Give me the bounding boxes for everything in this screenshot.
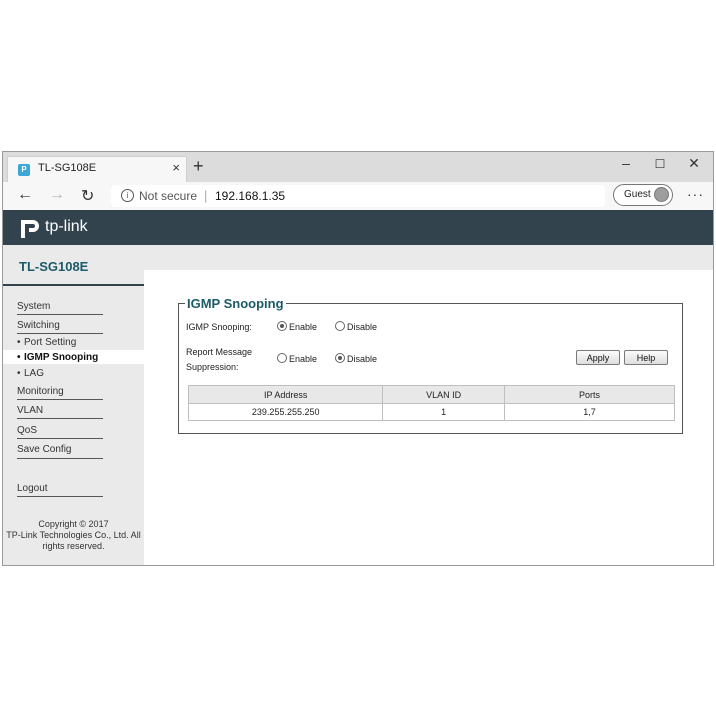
model-underline xyxy=(3,284,144,286)
new-tab-icon[interactable]: + xyxy=(193,156,204,177)
sidebar-item-logout[interactable]: Logout xyxy=(17,483,48,494)
divider xyxy=(17,458,103,459)
sidebar-subitem-igmp-snooping[interactable]: • IGMP Snooping xyxy=(17,352,98,363)
igmp-enable-radio[interactable] xyxy=(277,321,287,331)
close-window-icon[interactable]: ✕ xyxy=(679,155,709,172)
copyright-line: TP-Link Technologies Co., Ltd. All xyxy=(6,530,141,540)
more-menu-icon[interactable]: ··· xyxy=(687,186,704,202)
reload-icon[interactable]: ↻ xyxy=(81,186,94,206)
sidebar-item-save-config[interactable]: Save Config xyxy=(17,444,71,455)
divider xyxy=(17,314,103,315)
bullet: • xyxy=(17,337,21,348)
minimize-icon[interactable]: – xyxy=(611,155,641,171)
igmp-group-table: IP Address VLAN ID Ports 239.255.255.250… xyxy=(187,385,676,421)
maximize-icon[interactable]: ☐ xyxy=(645,157,675,171)
suppression-enable-radio[interactable] xyxy=(277,353,287,363)
tab-close-icon[interactable]: × xyxy=(172,160,180,175)
info-icon[interactable]: i xyxy=(121,189,134,202)
copyright: Copyright © 2017 TP-Link Technologies Co… xyxy=(3,519,144,552)
igmp-enable-label[interactable]: Enable xyxy=(289,322,317,332)
help-button[interactable]: Help xyxy=(624,350,668,365)
sidebar-subitem-label: LAG xyxy=(24,368,45,379)
suppression-label-line2: Suppression: xyxy=(186,362,239,372)
table-header-row: IP Address VLAN ID Ports xyxy=(187,385,676,404)
model-name: TL-SG108E xyxy=(19,259,89,274)
section-title: IGMP Snooping xyxy=(185,296,286,311)
tab-bar: P TL-SG108E × + – ☐ ✕ xyxy=(3,152,713,182)
divider xyxy=(17,418,103,419)
forward-arrow-icon[interactable]: → xyxy=(49,186,65,204)
bullet: • xyxy=(17,368,21,379)
divider xyxy=(17,438,103,439)
igmp-disable-radio[interactable] xyxy=(335,321,345,331)
column-header-vlan-id: VLAN ID xyxy=(382,385,505,404)
profile-button[interactable]: Guest xyxy=(613,184,673,206)
suppression-enable-label[interactable]: Enable xyxy=(289,354,317,364)
sidebar-subitem-label: IGMP Snooping xyxy=(24,352,99,363)
tab-title: TL-SG108E xyxy=(38,162,97,174)
apply-button[interactable]: Apply xyxy=(576,350,620,365)
sidebar-item-qos[interactable]: QoS xyxy=(17,425,37,436)
url-separator: | xyxy=(204,188,208,203)
cell-vlan-id: 1 xyxy=(382,403,505,421)
url-text[interactable]: 192.168.1.35 xyxy=(215,189,285,203)
sidebar-item-monitoring[interactable]: Monitoring xyxy=(17,386,64,397)
copyright-line: Copyright © 2017 xyxy=(38,519,109,529)
cell-ip-address: 239.255.255.250 xyxy=(187,403,384,421)
back-arrow-icon[interactable]: ← xyxy=(17,186,33,204)
divider xyxy=(17,333,103,334)
divider xyxy=(17,399,103,400)
cell-ports: 1,7 xyxy=(503,403,676,421)
sidebar-item-vlan[interactable]: VLAN xyxy=(17,405,43,416)
table-row: 239.255.255.250 1 1,7 xyxy=(187,403,676,421)
suppression-disable-radio[interactable] xyxy=(335,353,345,363)
bullet: • xyxy=(17,352,21,363)
logo-text: tp-link xyxy=(45,218,88,235)
column-header-ports: Ports xyxy=(503,385,676,404)
sidebar-subitem-lag[interactable]: • LAG xyxy=(17,368,44,379)
sidebar-subitem-port-setting[interactable]: • Port Setting xyxy=(17,337,76,348)
sidebar-subitem-label: Port Setting xyxy=(24,337,77,348)
tp-link-logo-icon xyxy=(21,220,39,238)
browser-window: P TL-SG108E × + – ☐ ✕ ← → ↻ i Not secure… xyxy=(2,151,714,566)
divider xyxy=(17,496,103,497)
browser-tab[interactable]: P TL-SG108E × xyxy=(7,156,187,182)
site-header: tp-link xyxy=(3,210,713,245)
security-label[interactable]: Not secure xyxy=(139,189,197,203)
column-header-ip-address: IP Address xyxy=(187,385,384,404)
tp-link-favicon-icon: P xyxy=(18,164,30,176)
suppression-label-line1: Report Message xyxy=(186,347,253,357)
model-bar xyxy=(3,245,713,270)
suppression-disable-label[interactable]: Disable xyxy=(347,354,377,364)
url-field[interactable]: i Not secure | 192.168.1.35 xyxy=(111,185,605,207)
copyright-line: rights reserved. xyxy=(42,541,105,551)
profile-label: Guest xyxy=(624,189,651,200)
igmp-disable-label[interactable]: Disable xyxy=(347,322,377,332)
igmp-snooping-label: IGMP Snooping: xyxy=(186,322,252,332)
sidebar-item-switching[interactable]: Switching xyxy=(17,320,60,331)
avatar-icon xyxy=(654,187,669,202)
sidebar-item-system[interactable]: System xyxy=(17,301,50,312)
address-bar: ← → ↻ i Not secure | 192.168.1.35 Guest … xyxy=(3,182,713,211)
